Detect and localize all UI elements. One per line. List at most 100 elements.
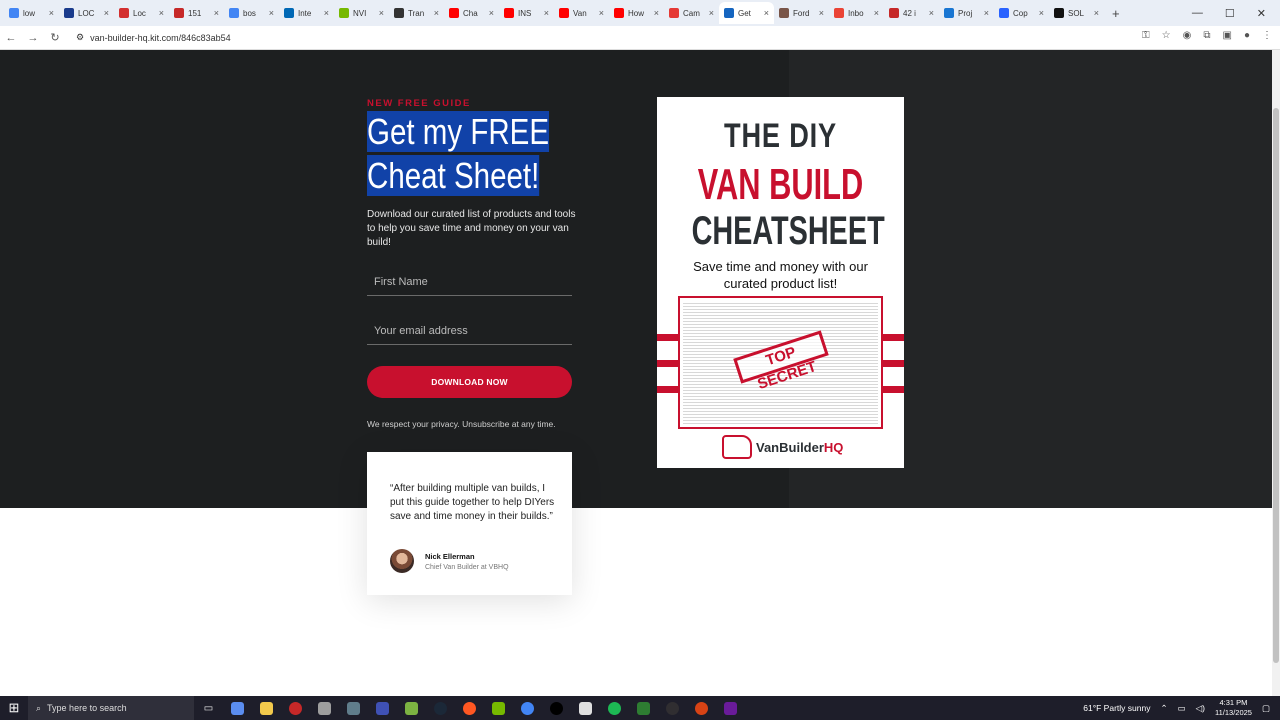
close-tab-icon[interactable]: × bbox=[544, 8, 549, 18]
browser-tab[interactable]: Proj × bbox=[939, 2, 994, 24]
tab-favicon-icon bbox=[669, 8, 679, 18]
first-name-field[interactable]: First Name bbox=[367, 268, 572, 296]
browser-tab[interactable]: INS × bbox=[499, 2, 554, 24]
chevron-up-icon[interactable]: ⌃ bbox=[1160, 703, 1167, 714]
browser-tab[interactable]: Cha × bbox=[444, 2, 499, 24]
close-tab-icon[interactable]: × bbox=[929, 8, 934, 18]
close-tab-icon[interactable]: × bbox=[269, 8, 274, 18]
tab-favicon-icon bbox=[174, 8, 184, 18]
scrollbar[interactable] bbox=[1272, 50, 1280, 696]
browser-tab[interactable]: Cop × bbox=[994, 2, 1049, 24]
browser-tab[interactable]: Tran × bbox=[389, 2, 444, 24]
taskbar-search[interactable]: ⌕ Type here to search bbox=[28, 696, 194, 720]
close-tab-icon[interactable]: × bbox=[214, 8, 219, 18]
app-icon[interactable] bbox=[629, 696, 658, 720]
nvidia-icon[interactable] bbox=[484, 696, 513, 720]
forward-icon[interactable]: → bbox=[22, 32, 44, 44]
minimize-icon[interactable]: — bbox=[1192, 7, 1203, 19]
tab-label: Proj bbox=[958, 8, 973, 18]
download-now-button[interactable]: DOWNLOAD NOW bbox=[367, 366, 572, 398]
app-icon[interactable] bbox=[716, 696, 745, 720]
email-field[interactable]: Your email address bbox=[367, 317, 572, 345]
close-tab-icon[interactable]: × bbox=[1039, 8, 1044, 18]
app-icon[interactable] bbox=[281, 696, 310, 720]
browser-tab[interactable]: bos × bbox=[224, 2, 279, 24]
spotify-icon[interactable] bbox=[600, 696, 629, 720]
close-tab-icon[interactable]: × bbox=[159, 8, 164, 18]
minecraft-icon[interactable] bbox=[397, 696, 426, 720]
browser-tab[interactable]: Inbo × bbox=[829, 2, 884, 24]
windows-start-icon[interactable]: ⊞ bbox=[0, 700, 28, 716]
headline-line-2: Cheat Sheet! bbox=[367, 155, 540, 196]
close-tab-icon[interactable]: × bbox=[379, 8, 384, 18]
notepad-icon[interactable] bbox=[571, 696, 600, 720]
system-tray: 61°F Partly sunny ⌃ ▭ ◁) 4:31 PM 11/13/2… bbox=[1083, 696, 1280, 720]
browser-tab[interactable]: LOC × bbox=[59, 2, 114, 24]
obs-icon[interactable] bbox=[658, 696, 687, 720]
chrome-icon[interactable] bbox=[513, 696, 542, 720]
close-tab-icon[interactable]: × bbox=[324, 8, 329, 18]
browser-tab[interactable]: SOL × bbox=[1049, 2, 1104, 24]
notification-icon[interactable]: ▢ bbox=[1262, 703, 1270, 714]
close-tab-icon[interactable]: × bbox=[1094, 8, 1099, 18]
app-icon[interactable] bbox=[455, 696, 484, 720]
app-icon[interactable] bbox=[339, 696, 368, 720]
star-icon[interactable]: ☆ bbox=[1162, 30, 1171, 41]
weather-text[interactable]: 61°F Partly sunny bbox=[1083, 703, 1150, 713]
sidebar-icon[interactable]: ▣ bbox=[1223, 30, 1232, 41]
browser-tab[interactable]: Loc × bbox=[114, 2, 169, 24]
avatar bbox=[390, 549, 414, 573]
browser-tab[interactable]: Van × bbox=[554, 2, 609, 24]
close-window-icon[interactable]: ✕ bbox=[1257, 7, 1266, 20]
file-explorer-icon[interactable] bbox=[252, 696, 281, 720]
logo-main: VanBuilder bbox=[756, 439, 824, 455]
close-tab-icon[interactable]: × bbox=[489, 8, 494, 18]
tab-favicon-icon bbox=[614, 8, 624, 18]
volume-icon[interactable]: ◁) bbox=[1196, 703, 1205, 714]
clock[interactable]: 4:31 PM 11/13/2025 bbox=[1215, 698, 1252, 718]
close-tab-icon[interactable]: × bbox=[874, 8, 879, 18]
close-tab-icon[interactable]: × bbox=[819, 8, 824, 18]
close-tab-icon[interactable]: × bbox=[599, 8, 604, 18]
scrollbar-thumb[interactable] bbox=[1273, 108, 1279, 663]
app-icon[interactable] bbox=[687, 696, 716, 720]
url-field[interactable]: ⚙ van-builder-hq.kit.com/846c83ab54 bbox=[76, 32, 231, 43]
close-tab-icon[interactable]: × bbox=[984, 8, 989, 18]
copilot-icon[interactable] bbox=[223, 696, 252, 720]
app-icon[interactable] bbox=[542, 696, 571, 720]
browser-tab[interactable]: How × bbox=[609, 2, 664, 24]
browser-tab[interactable]: NVI × bbox=[334, 2, 389, 24]
browser-tab[interactable]: Ford × bbox=[774, 2, 829, 24]
browser-tab[interactable]: Inte × bbox=[279, 2, 334, 24]
browser-tab[interactable]: 42 i × bbox=[884, 2, 939, 24]
browser-tab[interactable]: Get × bbox=[719, 2, 774, 24]
browser-tab[interactable]: low × bbox=[4, 2, 59, 24]
app-icon[interactable] bbox=[310, 696, 339, 720]
steam-icon[interactable] bbox=[426, 696, 455, 720]
new-tab-icon[interactable]: + bbox=[1112, 6, 1120, 21]
key-icon[interactable]: ⚿ bbox=[1142, 30, 1150, 41]
cheatsheet-cover-image: THE DIY VAN BUILD CHEATSHEET Save time a… bbox=[657, 97, 904, 468]
profile-avatar[interactable]: ● bbox=[1244, 30, 1250, 41]
close-tab-icon[interactable]: × bbox=[764, 8, 769, 18]
back-icon[interactable]: ← bbox=[0, 32, 22, 44]
close-tab-icon[interactable]: × bbox=[49, 8, 54, 18]
browser-tab[interactable]: Cam × bbox=[664, 2, 719, 24]
menu-icon[interactable]: ⋮ bbox=[1262, 30, 1272, 41]
extensions-icon[interactable]: ⧉ bbox=[1203, 30, 1210, 41]
site-info-icon[interactable]: ⚙ bbox=[76, 32, 84, 43]
photos-icon[interactable] bbox=[368, 696, 397, 720]
network-icon[interactable]: ▭ bbox=[1178, 703, 1186, 714]
reload-icon[interactable]: ↻ bbox=[44, 31, 66, 44]
hero-section: NEW FREE GUIDE Get my FREE Cheat Sheet! … bbox=[0, 50, 1272, 508]
close-tab-icon[interactable]: × bbox=[709, 8, 714, 18]
task-view-icon[interactable]: ▭ bbox=[194, 696, 223, 720]
clock-time: 4:31 PM bbox=[1219, 698, 1248, 707]
testimonial-card: “After building multiple van builds, I p… bbox=[367, 452, 572, 595]
close-tab-icon[interactable]: × bbox=[654, 8, 659, 18]
camera-icon[interactable]: ◉ bbox=[1183, 30, 1192, 41]
browser-tab[interactable]: 151 × bbox=[169, 2, 224, 24]
close-tab-icon[interactable]: × bbox=[434, 8, 439, 18]
maximize-icon[interactable]: ☐ bbox=[1225, 7, 1235, 20]
close-tab-icon[interactable]: × bbox=[104, 8, 109, 18]
